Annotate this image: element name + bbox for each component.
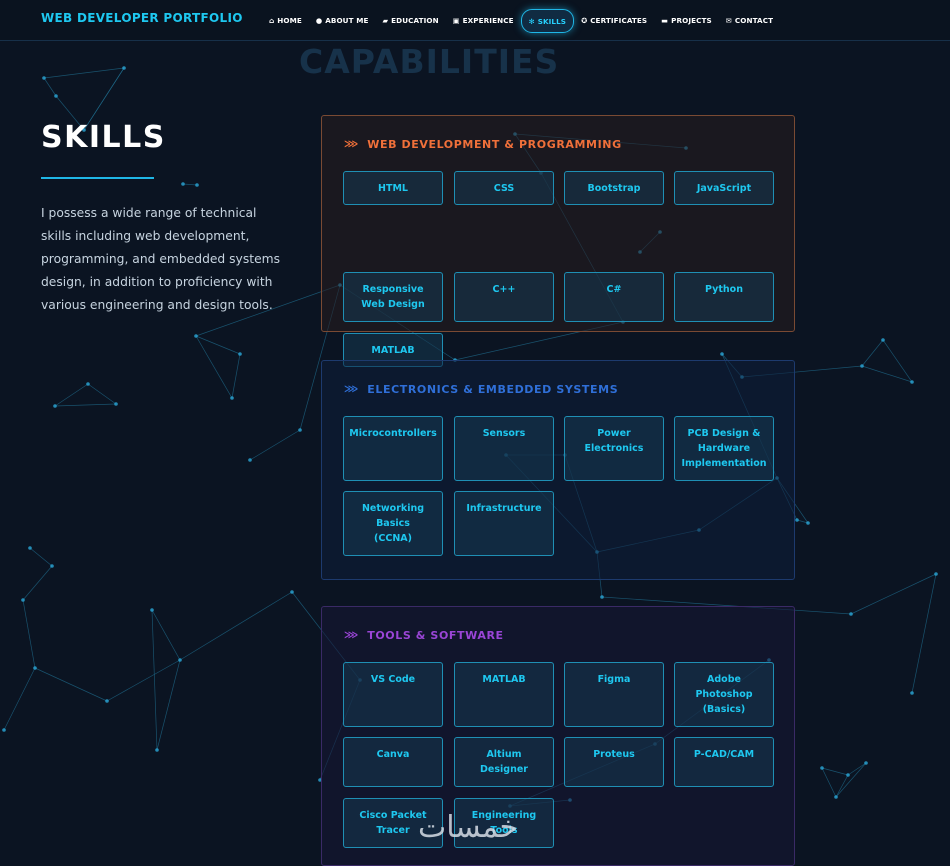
- skill-chip-label: Power: [597, 428, 631, 439]
- panel-heading: ⋙ TOOLS & SOFTWARE: [344, 629, 504, 642]
- skill-chip[interactable]: Power Electronics: [564, 416, 664, 481]
- nav-item-projects[interactable]: ▬ PROJECTS: [654, 9, 719, 31]
- skill-chip[interactable]: Canva: [343, 737, 443, 787]
- skill-chip[interactable]: P-CAD/CAM: [674, 737, 774, 787]
- skill-chip-label: Electronics: [584, 443, 644, 454]
- nav-item-label: EDUCATION: [391, 15, 439, 25]
- nav-item-contact[interactable]: ✉ CONTACT: [719, 9, 780, 31]
- skill-chip[interactable]: Networking Basics (CCNA): [343, 491, 443, 556]
- skill-chip-label: (Basics): [702, 704, 746, 715]
- nav-item-label: HOME: [277, 15, 302, 25]
- skill-chip-label: CSS: [493, 183, 515, 194]
- skill-chip[interactable]: Responsive Web Design: [343, 272, 443, 322]
- skill-chip-label: HTML: [378, 183, 408, 194]
- folder-icon: ▬: [661, 15, 669, 25]
- double-chevron-icon: ⋙: [344, 630, 358, 641]
- home-icon: ⌂: [269, 15, 275, 25]
- section-background-title: CAPABILITIES: [299, 42, 560, 81]
- skill-chip[interactable]: Adobe Photoshop (Basics): [674, 662, 774, 727]
- skill-chip-label: MATLAB: [371, 345, 415, 356]
- watermark-logo: خمسات: [418, 810, 519, 845]
- skill-chip[interactable]: Proteus: [564, 737, 664, 787]
- nav-menu: ⌂ HOME ● ABOUT ME ▰ EDUCATION ▣ EXPERIENCE ✻ SKIL…: [262, 9, 780, 33]
- skill-chip[interactable]: PCB Design & Hardware Implementation: [674, 416, 774, 481]
- panel-title: TOOLS & SOFTWARE: [367, 629, 504, 642]
- briefcase-icon: ▣: [452, 15, 460, 25]
- nav-item-skills[interactable]: ✻ SKILLS: [520, 9, 575, 33]
- skill-chip[interactable]: Microcontrollers: [343, 416, 443, 481]
- skill-chip[interactable]: JavaScript: [674, 171, 774, 205]
- nav-item-experience[interactable]: ▣ EXPERIENCE: [446, 9, 521, 31]
- top-navbar: WEB DEVELOPER PORTFOLIO ⌂ HOME ● ABOUT ME ▰ E…: [0, 0, 950, 41]
- skill-chip[interactable]: CSS: [454, 171, 554, 205]
- skill-chip-label: (CCNA): [374, 533, 412, 544]
- skill-chip-label: Responsive: [362, 284, 424, 295]
- skill-chip[interactable]: Altium Designer: [454, 737, 554, 787]
- graduation-cap-icon: ▰: [382, 15, 389, 25]
- skill-chip-label: Designer: [480, 764, 528, 775]
- skill-chip-label: Python: [705, 284, 743, 295]
- skill-chip[interactable]: C#: [564, 272, 664, 322]
- nav-item-label: CERTIFICATES: [590, 15, 648, 25]
- title-underline: [41, 177, 154, 179]
- skill-chip[interactable]: MATLAB: [454, 662, 554, 727]
- skill-chip-label: Altium: [486, 749, 522, 760]
- skill-chip-label: Bootstrap: [587, 183, 641, 194]
- panel-title: WEB DEVELOPMENT & PROGRAMMING: [367, 138, 622, 151]
- double-chevron-icon: ⋙: [344, 139, 358, 150]
- skill-chip[interactable]: Infrastructure: [454, 491, 554, 556]
- skill-chip[interactable]: Python: [674, 272, 774, 322]
- nav-item-label: CONTACT: [734, 15, 774, 25]
- skill-chip-label: Sensors: [482, 428, 526, 439]
- brand-logo[interactable]: WEB DEVELOPER PORTFOLIO: [41, 11, 243, 25]
- panel-title: ELECTRONICS & EMBEDDED SYSTEMS: [367, 383, 619, 396]
- nav-item-label: PROJECTS: [671, 15, 712, 25]
- skill-chip-label: P-CAD/CAM: [693, 749, 755, 760]
- skill-chip-label: VS Code: [370, 674, 416, 685]
- nav-item-label: SKILLS: [537, 16, 567, 26]
- panel-heading: ⋙ ELECTRONICS & EMBEDDED SYSTEMS: [344, 383, 618, 396]
- nav-item-home[interactable]: ⌂ HOME: [262, 9, 309, 31]
- panel-heading: ⋙ WEB DEVELOPMENT & PROGRAMMING: [344, 138, 622, 151]
- nav-item-certificates[interactable]: ✪ CERTIFICATES: [574, 9, 654, 31]
- skill-panel-1: ⋙ WEB DEVELOPMENT & PROGRAMMING HTML CSS Boo…: [321, 115, 795, 367]
- skill-chip[interactable]: Sensors: [454, 416, 554, 481]
- skill-chip[interactable]: Figma: [564, 662, 664, 727]
- nav-item-label: EXPERIENCE: [462, 15, 514, 25]
- double-chevron-icon: ⋙: [344, 384, 358, 395]
- skill-chip-label: Canva: [376, 749, 410, 760]
- page-title: SKILLS: [41, 120, 166, 155]
- skill-chip[interactable]: C++: [454, 272, 554, 322]
- award-icon: ✪: [581, 15, 588, 25]
- skill-chip-label: PCB Design &: [687, 428, 761, 439]
- nav-item-education[interactable]: ▰ EDUCATION: [375, 9, 445, 31]
- skill-chip-label: Figma: [597, 674, 631, 685]
- skill-panel-3: ⋙ TOOLS & SOFTWARE VS Code MATLAB Figma Adobe…: [321, 606, 795, 866]
- skill-chip-label: Networking: [361, 503, 425, 514]
- skill-chip[interactable]: Bootstrap: [564, 171, 664, 205]
- skill-chip-label: JavaScript: [696, 183, 752, 194]
- skill-chip-label: Infrastructure: [466, 503, 542, 514]
- user-icon: ●: [315, 15, 323, 25]
- skill-chip-label: Implementation: [681, 458, 767, 469]
- nav-item-about-me[interactable]: ● ABOUT ME: [309, 9, 376, 31]
- skill-chip-label: Adobe: [707, 674, 741, 685]
- gear-icon: ✻: [528, 16, 535, 26]
- skill-chip-label: Web Design: [361, 299, 425, 310]
- skill-chip-label: Microcontrollers: [349, 428, 437, 439]
- skills-intro-text: I possess a wide range of technical skil…: [41, 206, 281, 312]
- nav-item-label: ABOUT ME: [325, 15, 369, 25]
- skill-chip-label: Proteus: [593, 749, 635, 760]
- skill-chip-label: MATLAB: [482, 674, 526, 685]
- envelope-icon: ✉: [725, 15, 732, 25]
- skill-chip-label: Basics: [376, 518, 410, 529]
- skill-panel-2: ⋙ ELECTRONICS & EMBEDDED SYSTEMS Microcont…: [321, 360, 795, 580]
- skill-chip[interactable]: VS Code: [343, 662, 443, 727]
- skill-chip-label: C++: [492, 284, 516, 295]
- skill-chip-label: C#: [606, 284, 622, 295]
- skill-chip-label: Photoshop: [695, 689, 753, 700]
- skill-chip-label: Hardware: [697, 443, 751, 454]
- skill-chip[interactable]: HTML: [343, 171, 443, 205]
